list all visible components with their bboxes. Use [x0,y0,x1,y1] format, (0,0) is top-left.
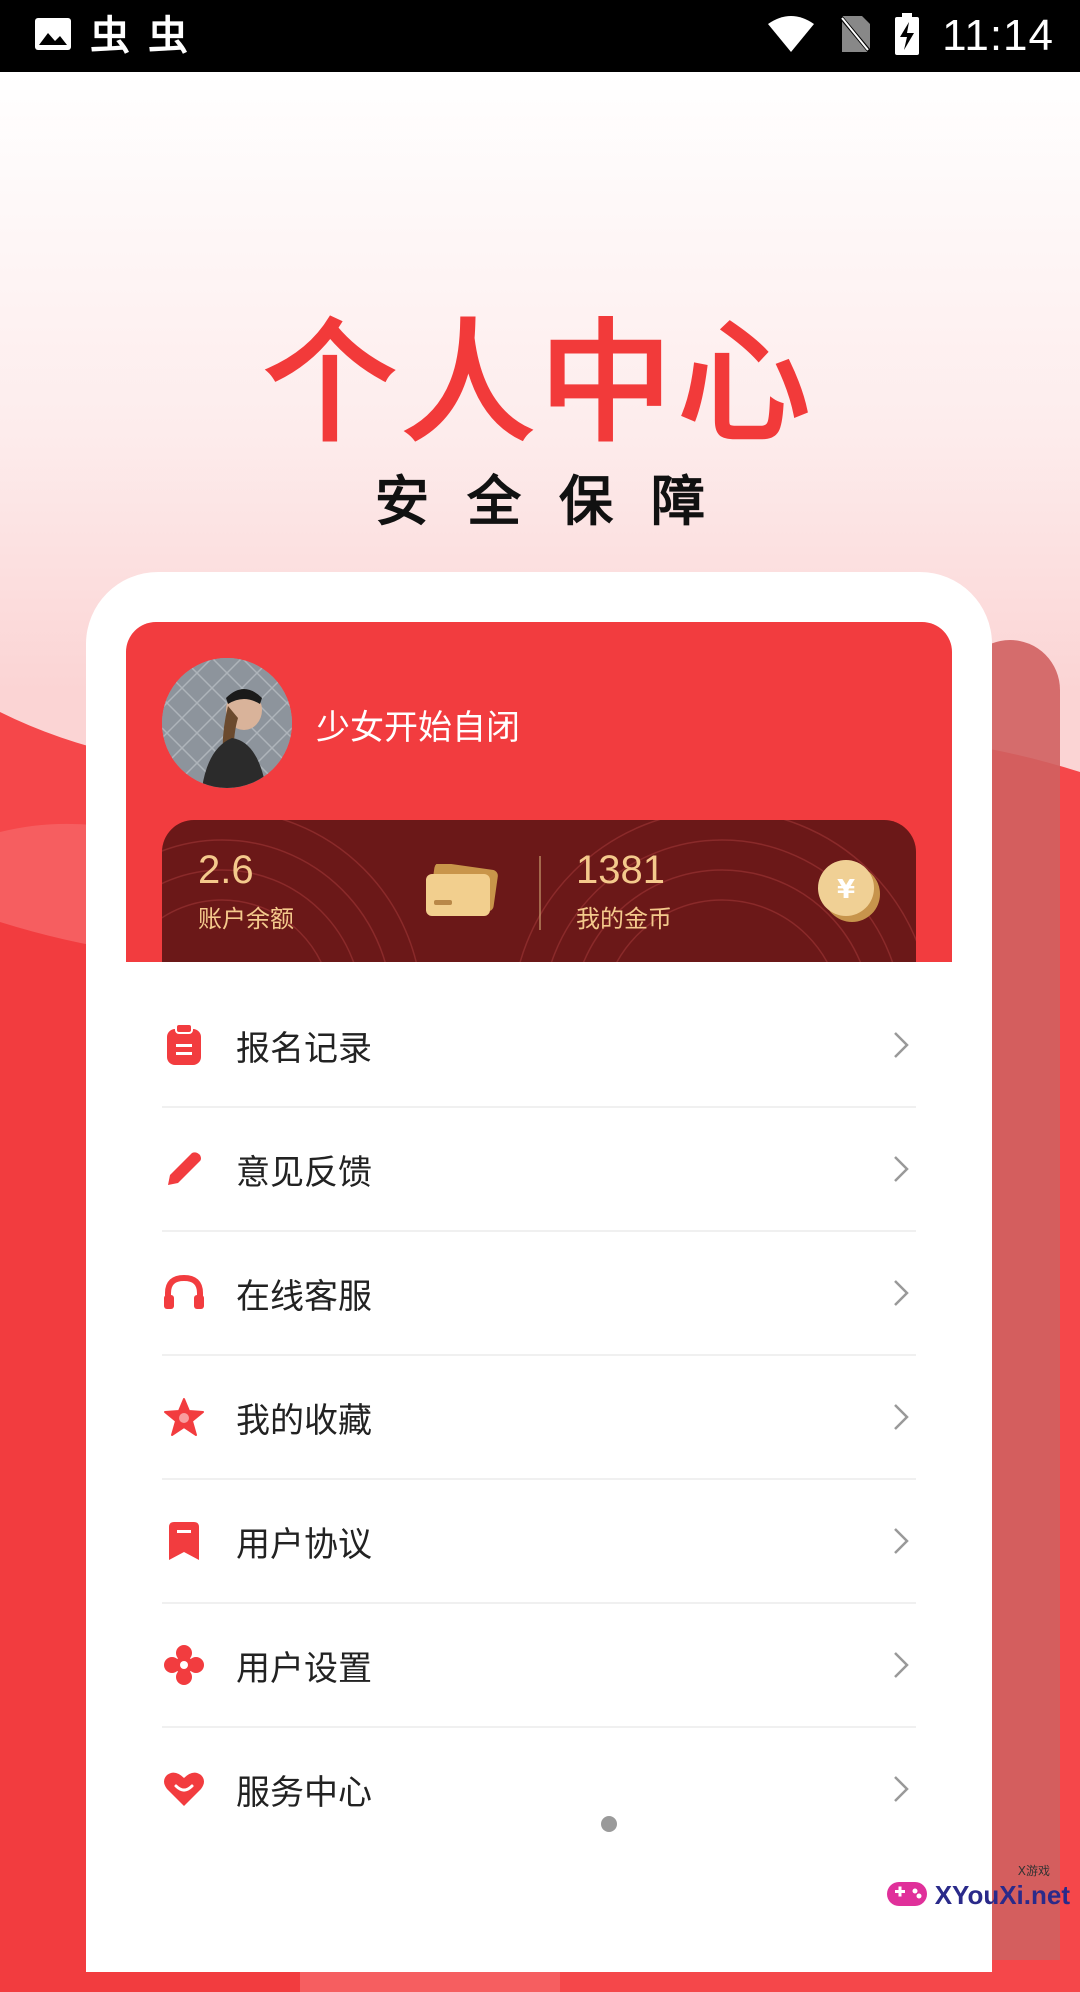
menu-item-user-agreement[interactable]: 用户协议 [162,1480,916,1604]
coins-value: 1381 [576,848,665,892]
balance-label: 账户余额 [198,905,294,933]
no-sim-icon [838,14,872,58]
svg-text:¥: ¥ [837,875,855,905]
username: 少女开始自闭 [316,708,520,748]
phone-frame: 少女开始自闭 2.6 账户余额 1381 我的金币 ¥ 报名记录 意见反馈 在线… [86,572,992,1972]
wallet-divider [539,856,541,930]
watermark-small-text: X游戏 [1017,1864,1050,1878]
coins-block[interactable]: 1381 我的金币 [576,848,672,934]
balance-block[interactable]: 2.6 账户余额 [198,848,294,934]
app-icon: 虫 [90,13,130,59]
chevron-right-icon [886,1769,916,1809]
chevron-right-icon [886,1397,916,1437]
menu-item-user-settings[interactable]: 用户设置 [162,1604,916,1728]
heart-icon [162,1767,206,1811]
menu-item-favorites[interactable]: 我的收藏 [162,1356,916,1480]
wallet-panel: 2.6 账户余额 1381 我的金币 ¥ [162,820,916,962]
card-icon [424,862,500,924]
image-icon [34,17,72,55]
menu-item-label: 在线客服 [236,1276,372,1317]
chevron-right-icon [886,1025,916,1065]
chevron-right-icon [886,1149,916,1189]
pencil-icon [162,1147,206,1191]
balance-value: 2.6 [198,848,254,892]
menu-item-label: 服务中心 [236,1772,372,1813]
gamepad-icon [885,1876,929,1914]
chevron-right-icon [886,1521,916,1561]
avatar[interactable] [162,658,292,788]
headset-icon [162,1271,206,1315]
menu-item-online-service[interactable]: 在线客服 [162,1232,916,1356]
menu-item-signup-records[interactable]: 报名记录 [162,984,916,1108]
page-title: 个人中心 [264,307,816,461]
profile-card: 少女开始自闭 2.6 账户余额 1381 我的金币 ¥ [126,622,952,962]
status-bar: 虫 虫 11:14 [0,0,1080,72]
page-indicator [601,1816,617,1832]
app-icon: 虫 [148,13,188,59]
watermark-text: XYouXi.net [934,1879,1070,1910]
menu-item-label: 我的收藏 [236,1400,372,1441]
page-subtitle: 安全保障 [375,470,743,533]
watermark: XYouXi.net X游戏 [885,1864,1070,1914]
menu-list: 报名记录 意见反馈 在线客服 我的收藏 用户协议 用户设置 服务中心 [162,984,916,1850]
settings-icon [162,1643,206,1687]
menu-item-service-center[interactable]: 服务中心 [162,1728,916,1850]
menu-item-label: 用户协议 [236,1524,372,1565]
clock: 11:14 [942,11,1054,60]
chevron-right-icon [886,1645,916,1685]
coin-icon: ¥ [814,858,884,928]
bookmark-icon [162,1519,206,1563]
menu-item-feedback[interactable]: 意见反馈 [162,1108,916,1232]
chevron-right-icon [886,1273,916,1313]
coins-label: 我的金币 [576,905,672,933]
star-icon [162,1395,206,1439]
menu-item-label: 用户设置 [236,1648,372,1689]
battery-charging-icon [894,13,920,59]
menu-item-label: 报名记录 [236,1028,372,1069]
clipboard-icon [162,1023,206,1067]
wifi-icon [766,14,816,58]
menu-item-label: 意见反馈 [236,1152,372,1193]
